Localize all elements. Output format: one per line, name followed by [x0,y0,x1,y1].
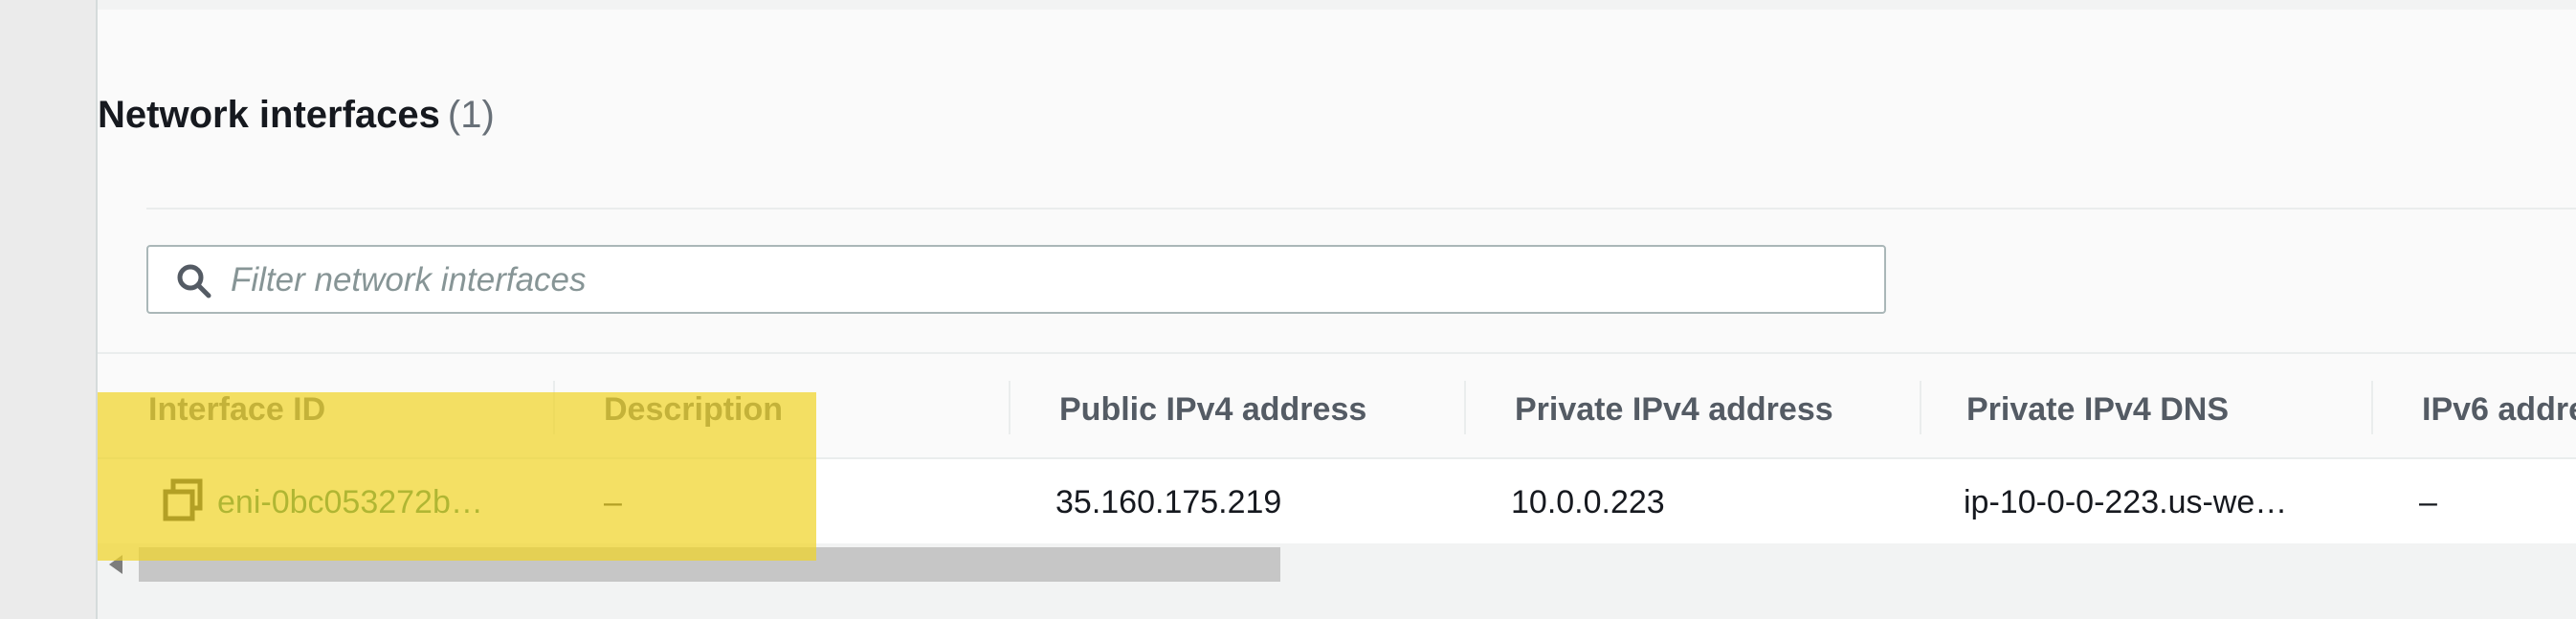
search-icon [177,264,211,298]
left-rail [0,0,98,619]
column-description[interactable]: Description [604,388,783,431]
private-ipv4-cell: 10.0.0.223 [1511,484,1665,520]
description-cell: – [604,484,622,520]
section-count: (1) [447,94,495,136]
panel-bottom [98,584,2576,619]
filter-input[interactable] [229,247,1859,314]
column-separator[interactable] [553,381,555,434]
filter-box[interactable] [146,245,1886,314]
interface-id-link[interactable]: eni-0bc053272b… [217,480,483,524]
header-divider [146,208,2576,210]
copy-icon[interactable] [163,478,203,522]
column-separator[interactable] [1464,381,1466,434]
column-separator[interactable] [1009,381,1010,434]
public-ipv4-cell: 35.160.175.219 [1055,484,1282,520]
scrollbar-thumb[interactable] [139,547,1280,582]
column-separator[interactable] [2371,381,2373,434]
column-ipv6[interactable]: IPv6 addre [2422,388,2576,431]
section-title: Network interfaces [98,94,440,136]
column-public-ipv4[interactable]: Public IPv4 address [1059,388,1366,431]
section-header: Network interfaces (1) [98,94,495,161]
private-ipv4-dns-cell: ip-10-0-0-223.us-we… [1964,484,2288,520]
column-separator[interactable] [1920,381,1921,434]
table-header: Interface ID Description Public IPv4 add… [98,352,2576,459]
column-interface-id[interactable]: Interface ID [148,388,325,431]
column-private-ipv4-dns[interactable]: Private IPv4 DNS [1966,388,2229,431]
column-private-ipv4[interactable]: Private IPv4 address [1515,388,1833,431]
app-root: Network interfaces(1) Interface ID Descr… [0,0,2576,619]
ipv6-cell: – [2419,484,2437,520]
scroll-left-arrow-icon[interactable] [109,555,122,574]
table-row[interactable]: eni-0bc053272b… – 35.160.175.219 10.0.0.… [98,457,2576,545]
